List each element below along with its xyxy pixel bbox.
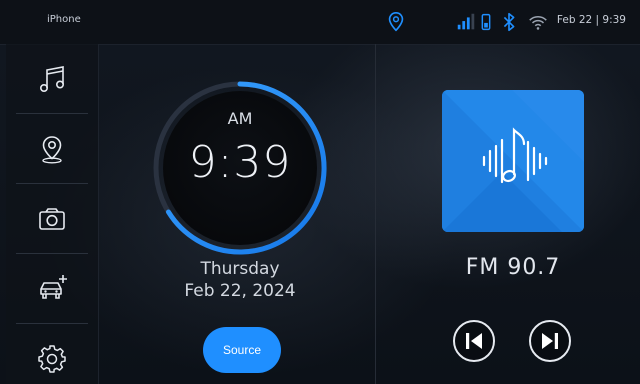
infotainment-screen: iPhone Feb 22 | 9:39 AM 9:39 Thursday Fe…	[0, 0, 640, 384]
sidebar-item-camera[interactable]	[6, 184, 98, 253]
previous-track-button[interactable]	[452, 319, 496, 363]
bluetooth-icon	[503, 12, 515, 32]
clock-day: Thursday	[200, 259, 280, 279]
music-waveform-icon	[482, 127, 548, 184]
panel-divider	[375, 44, 376, 384]
album-art	[442, 90, 584, 232]
sidebar-item-add-vehicle[interactable]	[6, 254, 98, 323]
device-name: iPhone	[47, 14, 81, 25]
radio-station: FM 90.7	[465, 255, 561, 280]
phone-battery-icon	[481, 13, 491, 31]
signal-bars-icon	[457, 13, 475, 30]
car-plus-icon	[40, 274, 67, 299]
clock-date: Feb 22, 2024	[184, 281, 296, 301]
sidebar-item-navigation[interactable]	[6, 114, 98, 183]
source-button[interactable]: Source	[203, 327, 281, 373]
status-date-time: Feb 22 | 9:39	[556, 14, 626, 26]
status-bar: iPhone Feb 22 | 9:39	[0, 0, 640, 45]
sidebar-item-settings[interactable]	[6, 324, 98, 384]
wifi-icon	[529, 15, 547, 30]
camera-icon	[39, 207, 65, 230]
next-track-button[interactable]	[528, 319, 572, 363]
clock-time: 9:39	[188, 137, 292, 188]
music-note-icon	[40, 65, 64, 92]
sidebar	[6, 44, 99, 384]
clock-ampm: AM	[227, 109, 253, 128]
sidebar-item-music[interactable]	[6, 44, 98, 113]
location-pin-icon	[388, 12, 404, 32]
map-pin-icon	[42, 135, 62, 164]
gear-icon	[38, 344, 66, 373]
